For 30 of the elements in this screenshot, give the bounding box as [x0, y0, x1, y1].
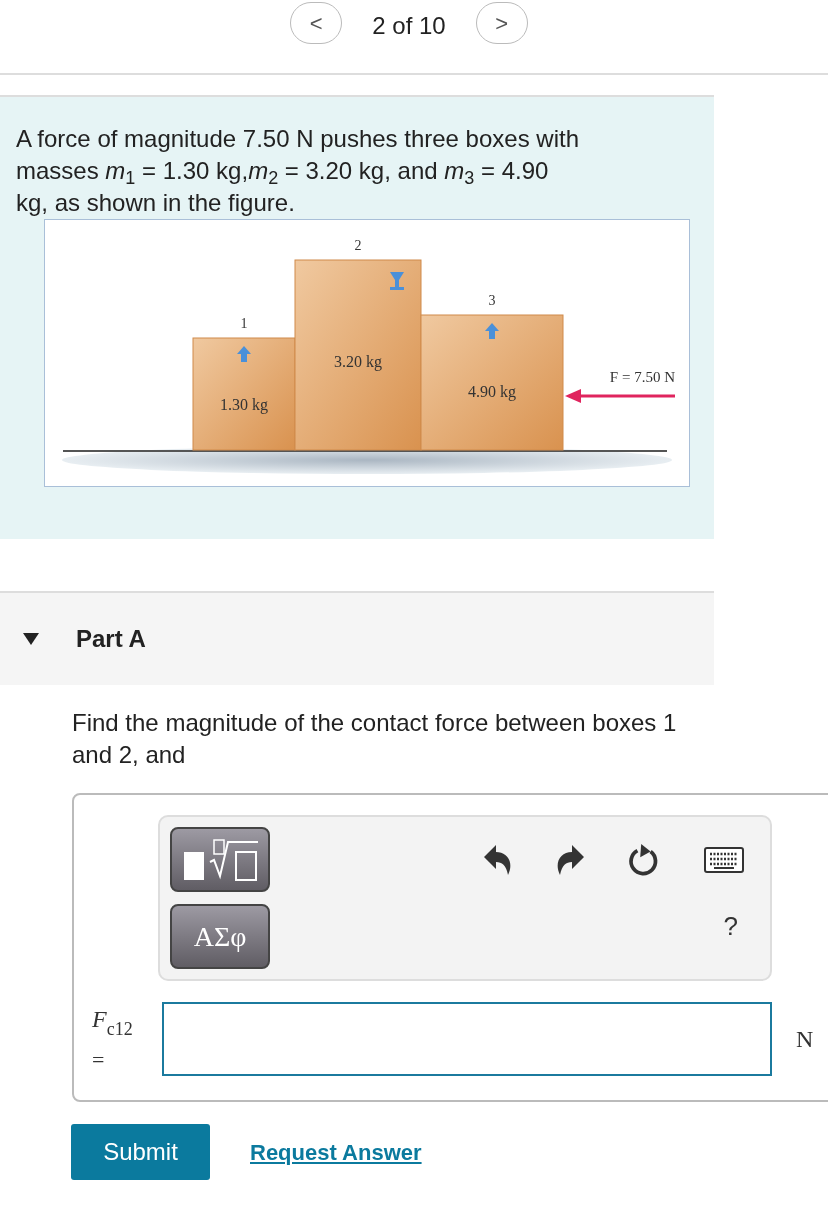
redo-icon[interactable] [556, 845, 584, 875]
box-mass: 3.20 kg [334, 353, 382, 370]
answer-label-subscript: c12 [106, 1019, 133, 1041]
help-button[interactable]: ? [723, 907, 738, 946]
answer-input[interactable] [162, 1001, 772, 1076]
submit-button[interactable]: Submit [71, 1124, 210, 1180]
box-number: 3 [488, 293, 496, 308]
equals-sign: = [92, 1046, 106, 1074]
box-number: 2 [354, 238, 362, 253]
undo-icon[interactable] [484, 845, 512, 875]
template-button[interactable] [170, 827, 270, 892]
answer-label: F [92, 1005, 107, 1032]
box-mass: 4.90 kg [468, 383, 516, 400]
problem-text: A force of magnitude 7.50 N pushes three boxes with masses m$_{1}$ = 1.30 kg,m$_{2}$ = 3.20 kg, and m$_{3}$ = 4.90 kg, as shown in the figure. [16, 124, 580, 218]
keyboard-icon[interactable] [704, 847, 744, 873]
caret-down-icon [23, 633, 39, 645]
greek-symbols-button[interactable]: ΑΣφ [170, 904, 270, 969]
question-text: Find the magnitude of the contact force between boxes 1 and 2, and [72, 708, 678, 770]
part-title: Part A [76, 624, 146, 654]
reset-icon[interactable] [628, 842, 660, 878]
up-arrow-icon [485, 323, 499, 339]
unit-label: N [796, 1024, 814, 1054]
up-arrow-icon [237, 346, 251, 362]
force-label: F = 7.50 N [609, 369, 675, 385]
box-number: 1 [240, 316, 248, 331]
box-mass: 1.30 kg [220, 396, 268, 413]
request-answer-link[interactable]: Request Answer [250, 1135, 422, 1169]
page-position: 2 of 10 [372, 11, 446, 41]
part-header[interactable]: Part A [0, 591, 714, 685]
glass-icon [390, 272, 404, 290]
